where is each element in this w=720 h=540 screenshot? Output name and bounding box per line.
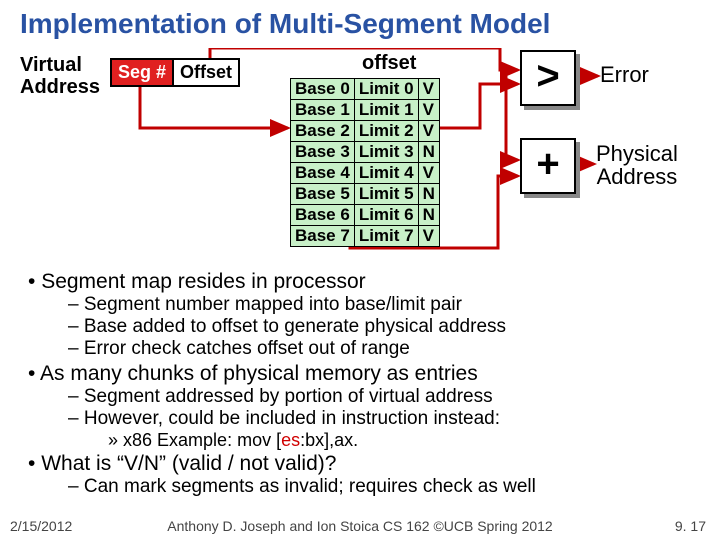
offset-wire-label: offset — [362, 52, 416, 75]
va-line2: Address — [20, 76, 100, 98]
table-row: Base 4Limit 4V — [291, 163, 440, 184]
bullet: • What is “V/N” (valid / not valid)? — [28, 452, 702, 476]
table-row: Base 5Limit 5N — [291, 184, 440, 205]
segment-table: Base 0Limit 0V Base 1Limit 1V Base 2Limi… — [290, 78, 440, 247]
table-row: Base 2Limit 2V — [291, 121, 440, 142]
table-row: Base 6Limit 6N — [291, 205, 440, 226]
sub-bullet: – Segment addressed by portion of virtua… — [68, 386, 702, 408]
sub-bullet: – Segment number mapped into base/limit … — [68, 294, 702, 316]
table-row: Base 3Limit 3N — [291, 142, 440, 163]
sub-sub-bullet: » x86 Example: mov [es:bx],ax. — [108, 430, 702, 451]
footer-page-number: 9. 17 — [675, 518, 706, 534]
es-register: es — [281, 430, 300, 450]
adder-box: + — [520, 138, 576, 194]
comparator-box: > — [520, 50, 576, 106]
bullet: • Segment map resides in processor — [28, 270, 702, 294]
sub-bullet: – Can mark segments as invalid; requires… — [68, 476, 702, 498]
virtual-address-label: Virtual Address — [20, 54, 100, 98]
slide-title: Implementation of Multi-Segment Model — [0, 0, 720, 44]
footer-credits: Anthony D. Joseph and Ion Stoica CS 162 … — [0, 518, 720, 534]
seg-num-cell: Seg # — [112, 60, 174, 85]
physical-address-label: Physical Address — [596, 142, 678, 188]
table-row: Base 7Limit 7V — [291, 226, 440, 247]
va-line1: Virtual — [20, 54, 82, 76]
sub-bullet: – Base added to offset to generate physi… — [68, 316, 702, 338]
table-row: Base 0Limit 0V — [291, 79, 440, 100]
sub-bullet: – However, could be included in instruct… — [68, 408, 702, 430]
table-row: Base 1Limit 1V — [291, 100, 440, 121]
virtual-address-box: Seg # Offset — [110, 58, 240, 87]
error-label: Error — [600, 62, 649, 88]
bullet-list: • Segment map resides in processor – Seg… — [0, 270, 720, 498]
diagram-area: Virtual Address Seg # Offset offset Base… — [0, 48, 720, 268]
sub-bullet: – Error check catches offset out of rang… — [68, 338, 702, 360]
bullet: • As many chunks of physical memory as e… — [28, 362, 702, 386]
offset-cell: Offset — [174, 60, 238, 85]
